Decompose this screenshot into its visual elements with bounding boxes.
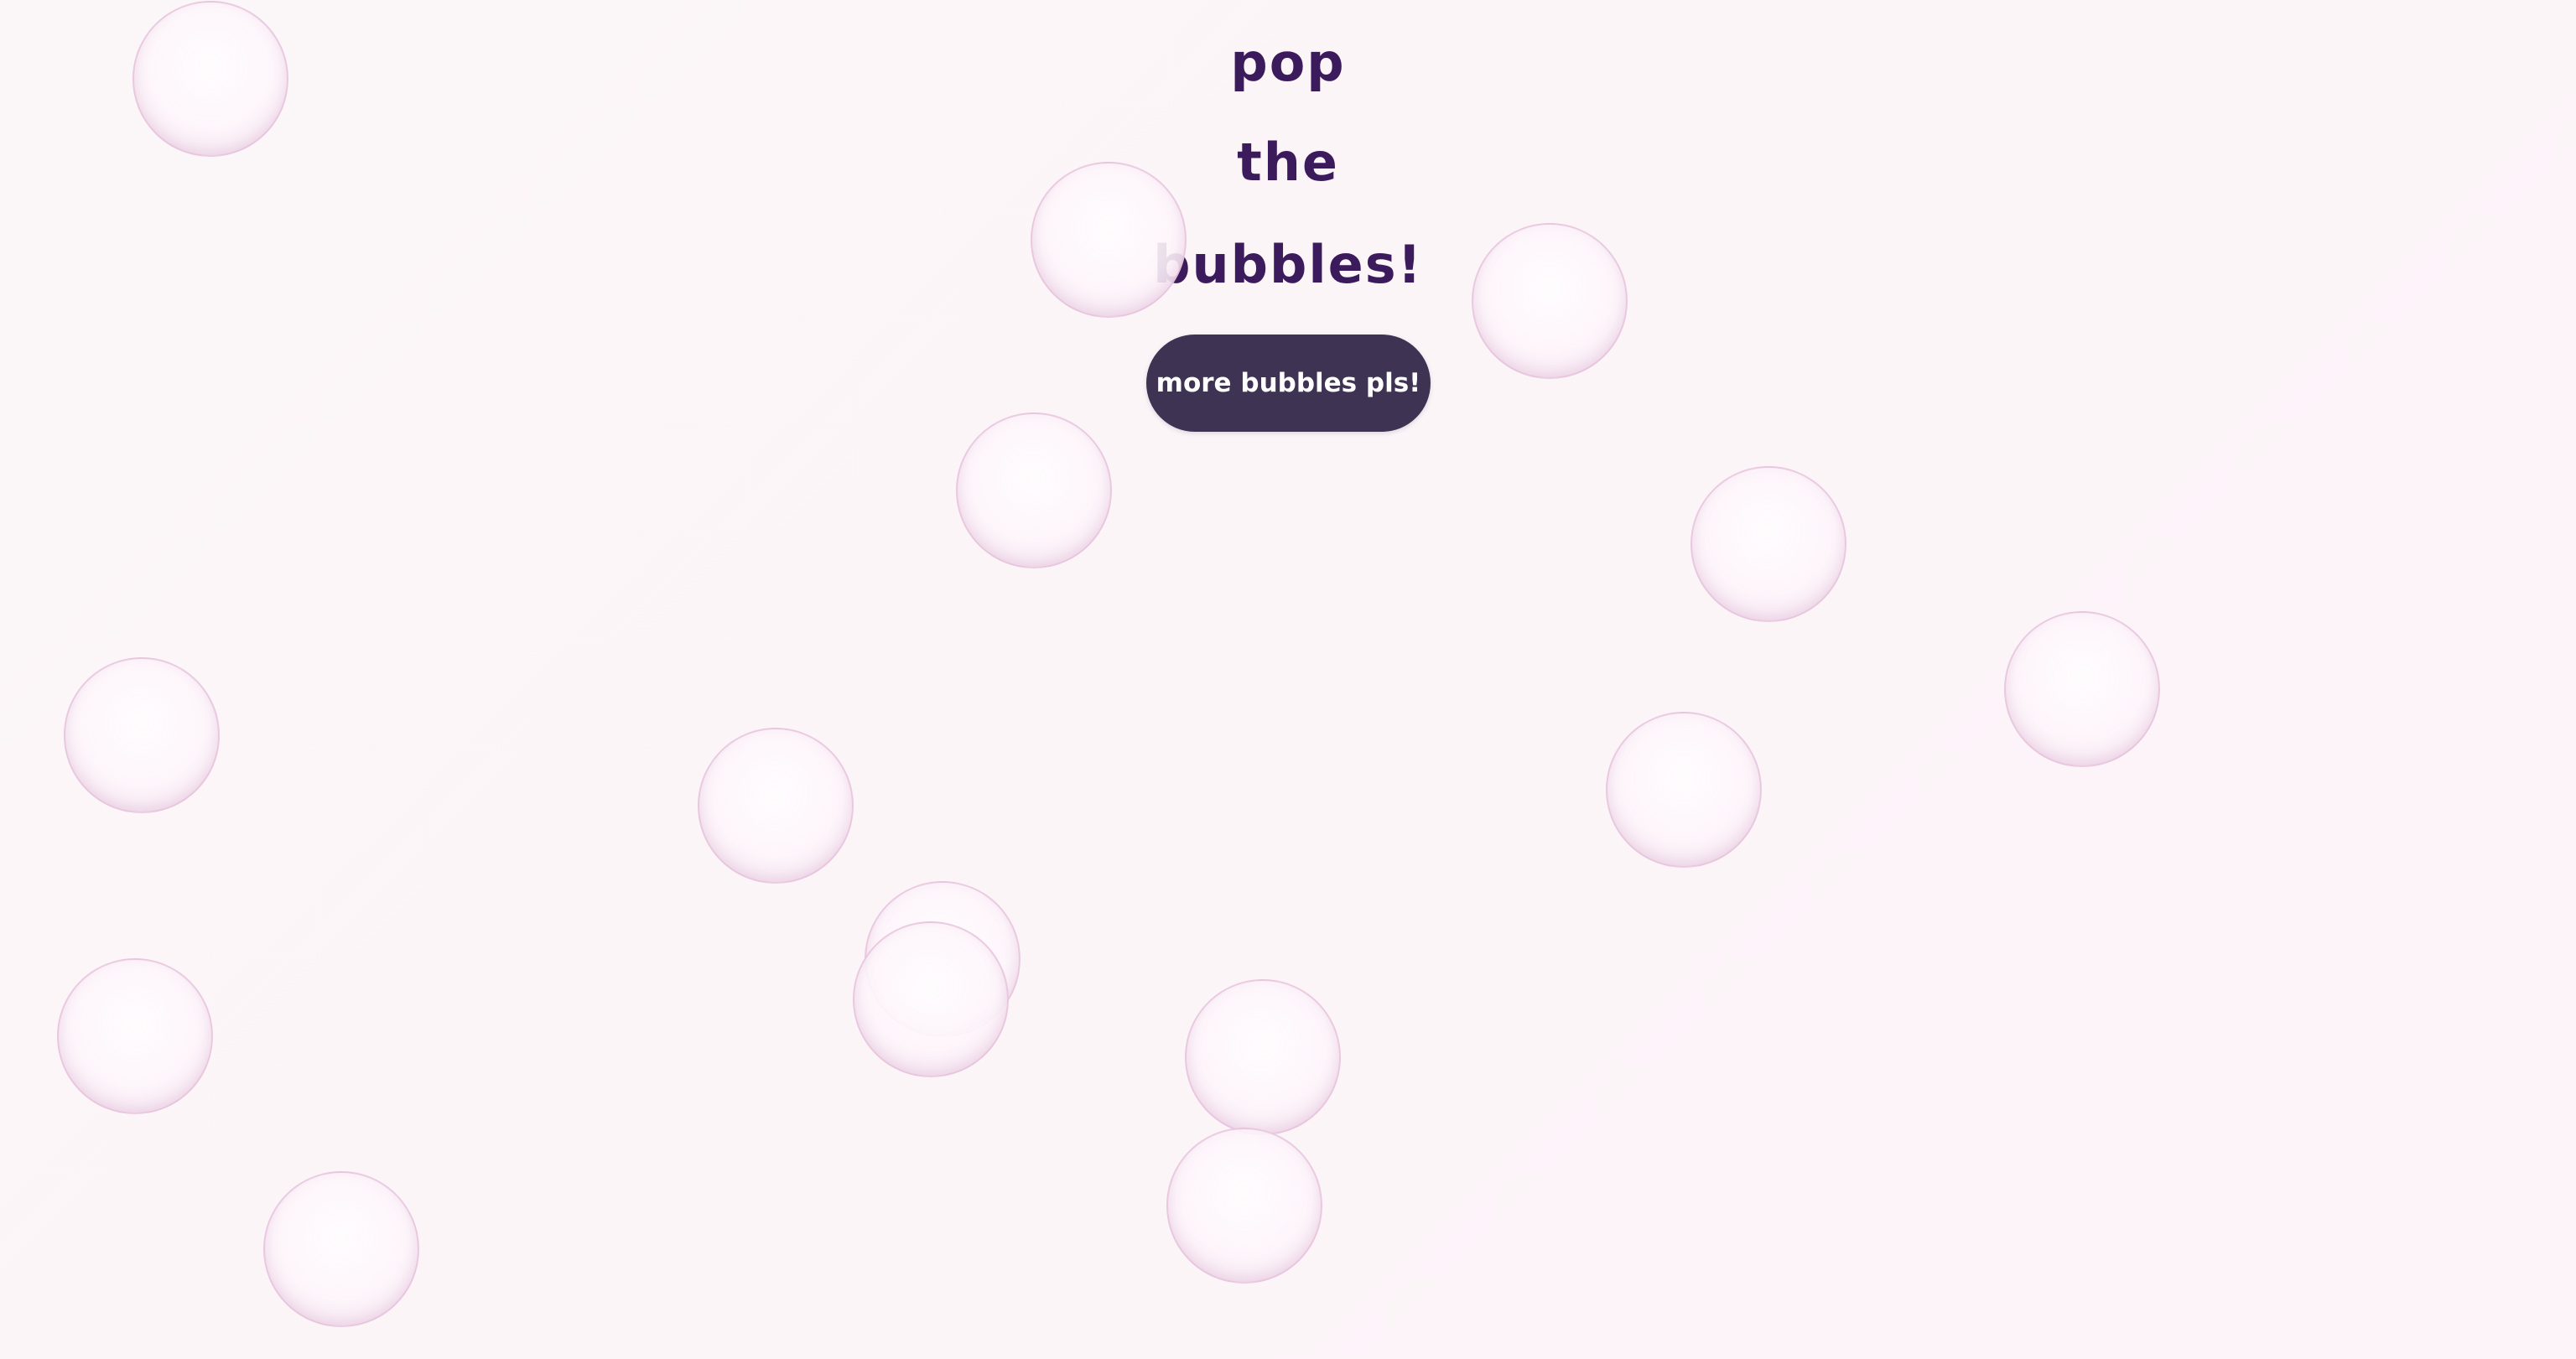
title-line-bubbles: bubbles! [1153,234,1423,295]
bubble[interactable] [1166,1128,1322,1284]
bubble[interactable] [1472,223,1628,379]
title-line-pop: pop [1230,32,1346,93]
more-bubbles-button[interactable]: more bubbles pls! [1146,335,1431,432]
title-line-the: the [1237,132,1339,193]
bubble[interactable] [956,412,1112,568]
bubble[interactable] [263,1171,419,1327]
bubble[interactable] [1606,712,1762,868]
bubble[interactable] [853,921,1009,1077]
bubble[interactable] [132,1,288,157]
bubble[interactable] [64,657,220,813]
bubble[interactable] [2004,611,2160,767]
bubble[interactable] [57,958,213,1114]
bubble[interactable] [698,728,854,884]
bubble[interactable] [1185,979,1341,1135]
bubble[interactable] [1031,162,1187,318]
bubble[interactable] [1690,466,1846,622]
